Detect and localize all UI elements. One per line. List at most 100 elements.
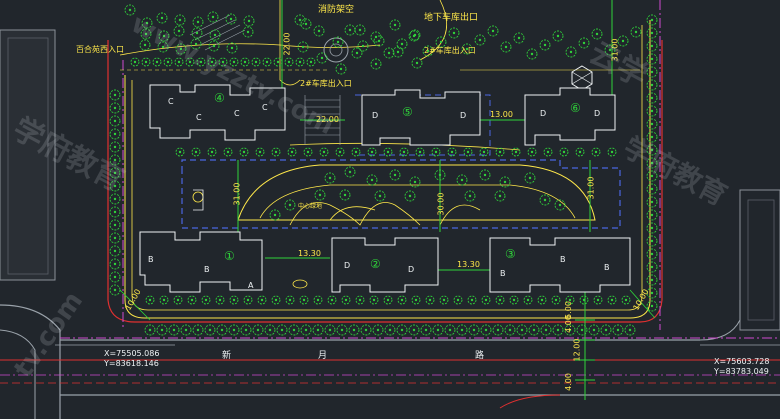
tree-center bbox=[177, 29, 181, 33]
tree-center bbox=[604, 328, 608, 332]
tree-center bbox=[415, 61, 419, 65]
tree-center bbox=[318, 193, 322, 197]
tree-center bbox=[348, 170, 352, 174]
tree-center bbox=[621, 39, 625, 43]
tree-center bbox=[113, 288, 117, 292]
unit-letter: C bbox=[196, 113, 202, 122]
tree-center bbox=[302, 298, 306, 302]
tree-center bbox=[113, 119, 117, 123]
tree-center bbox=[400, 328, 404, 332]
tree-center bbox=[530, 150, 534, 154]
unit-letter: C bbox=[168, 97, 174, 106]
tree-center bbox=[113, 93, 117, 97]
tree-center bbox=[162, 298, 166, 302]
tree-center bbox=[412, 328, 416, 332]
tree-center bbox=[288, 203, 292, 207]
tree-center bbox=[594, 150, 598, 154]
tree-center bbox=[592, 328, 596, 332]
tree-center bbox=[650, 122, 654, 126]
tree-center bbox=[288, 298, 292, 302]
tree-center bbox=[478, 38, 482, 42]
tree-center bbox=[374, 62, 378, 66]
tree-center bbox=[361, 44, 365, 48]
basement-outline bbox=[181, 159, 621, 229]
tree-center bbox=[650, 278, 654, 282]
tree-center bbox=[582, 298, 586, 302]
tree-center bbox=[194, 150, 198, 154]
tree-center bbox=[328, 328, 332, 332]
tree-center bbox=[624, 298, 628, 302]
label-underground-garage: 地下车库出口 bbox=[424, 13, 479, 23]
tree-center bbox=[309, 60, 313, 64]
tree-center bbox=[438, 173, 442, 177]
label-fire-access: 消防架空 bbox=[318, 5, 355, 15]
tree-center bbox=[290, 150, 294, 154]
tree-center bbox=[148, 298, 152, 302]
tree-center bbox=[386, 150, 390, 154]
tree-center bbox=[258, 150, 262, 154]
tree-center bbox=[143, 43, 147, 47]
tree-center bbox=[358, 28, 362, 32]
tree-center bbox=[508, 328, 512, 332]
tree-center bbox=[546, 150, 550, 154]
tree-center bbox=[650, 44, 654, 48]
tree-center bbox=[230, 46, 234, 50]
tree-center bbox=[543, 198, 547, 202]
dim-30-center: 30.00 bbox=[436, 192, 446, 216]
tree-center bbox=[273, 213, 277, 217]
tree-center bbox=[650, 265, 654, 269]
label-entry-center: 2#车库出入口 bbox=[300, 79, 352, 88]
tree-center bbox=[276, 60, 280, 64]
tree-center bbox=[348, 28, 352, 32]
tree-center bbox=[188, 60, 192, 64]
tree-center bbox=[274, 298, 278, 302]
tree-center bbox=[491, 29, 495, 33]
tree-center bbox=[177, 60, 181, 64]
unit-letter: C bbox=[234, 109, 240, 118]
tree-center bbox=[166, 60, 170, 64]
cad-drawing-canvas[interactable]: 消防架空 地下车库出口 百合苑西入口 2#车库出入口 2#车库出入口 新 月 路… bbox=[0, 0, 780, 419]
tree-center bbox=[113, 184, 117, 188]
tree-center bbox=[377, 39, 381, 43]
tree-center bbox=[199, 60, 203, 64]
tree-center bbox=[339, 67, 343, 71]
tree-center bbox=[179, 47, 183, 51]
tree-center bbox=[562, 150, 566, 154]
tree-center bbox=[472, 328, 476, 332]
tree-center bbox=[556, 328, 560, 332]
tree-center bbox=[650, 187, 654, 191]
tree-center bbox=[484, 328, 488, 332]
tree-center bbox=[221, 60, 225, 64]
tree-center bbox=[317, 29, 321, 33]
tree-center bbox=[304, 22, 308, 26]
tree-center bbox=[596, 298, 600, 302]
tree-center bbox=[504, 45, 508, 49]
tree-center bbox=[650, 96, 654, 100]
tree-center bbox=[512, 298, 516, 302]
tree-center bbox=[580, 328, 584, 332]
tree-center bbox=[229, 17, 233, 21]
tree-center bbox=[393, 23, 397, 27]
tree-center bbox=[246, 298, 250, 302]
tree-center bbox=[316, 328, 320, 332]
tree-center bbox=[232, 60, 236, 64]
tree-center bbox=[204, 298, 208, 302]
tree-center bbox=[113, 132, 117, 136]
label-entry-north: 2#车库出入口 bbox=[424, 46, 476, 55]
tree-center bbox=[208, 328, 212, 332]
coord-left-x: X=75505.086 bbox=[104, 349, 160, 358]
unit-letter: C bbox=[262, 103, 268, 112]
tree-center bbox=[178, 150, 182, 154]
tree-center bbox=[304, 328, 308, 332]
tree-center bbox=[498, 194, 502, 198]
tree-center bbox=[370, 150, 374, 154]
tree-center bbox=[316, 298, 320, 302]
tree-center bbox=[530, 52, 534, 56]
tree-center bbox=[650, 109, 654, 113]
tree-center bbox=[498, 298, 502, 302]
tree-center bbox=[436, 328, 440, 332]
tree-center bbox=[195, 31, 199, 35]
tree-center bbox=[145, 21, 149, 25]
tree-center bbox=[450, 150, 454, 154]
tree-center bbox=[176, 298, 180, 302]
